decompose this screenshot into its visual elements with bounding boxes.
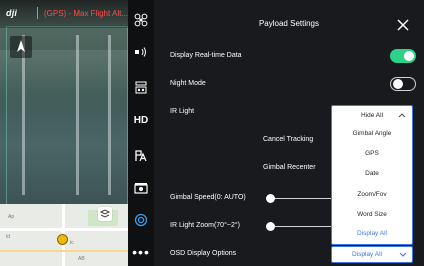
toggle-knob — [393, 79, 403, 89]
dji-logo: dji — [6, 8, 18, 18]
panel-title: Payload Settings — [258, 19, 320, 28]
realtime-data-label: Display Real-time Data — [170, 52, 242, 59]
dropdown-option-selected[interactable]: Display All — [332, 225, 412, 243]
payload-icon[interactable] — [128, 76, 154, 100]
dropdown-option[interactable]: GPS — [332, 145, 412, 163]
cancel-tracking-button[interactable]: Cancel Tracking — [263, 136, 313, 143]
osd-display-select[interactable]: Display All — [331, 246, 413, 263]
flight-status-bar: dji (GPS) - Max Flight Alt... — [0, 0, 128, 28]
ir-zoom-label: IR Light Zoom(70°~2°) — [170, 222, 240, 229]
speaker-icon[interactable] — [128, 40, 154, 64]
osd-display-value: Display All — [352, 251, 382, 258]
gps-status-text: (GPS) - Max Flight Alt... — [44, 9, 128, 18]
realtime-data-toggle[interactable] — [390, 49, 416, 63]
drone-location-marker[interactable] — [57, 234, 68, 245]
hd-label: HD — [133, 114, 149, 126]
realtime-data-row: Display Real-time Data — [170, 44, 416, 68]
map-layers-icon[interactable] — [98, 207, 112, 221]
map-label: ld — [6, 234, 10, 240]
ir-light-dropdown[interactable]: Hide All Gimbal Angle GPS Date Zoom/Fov … — [331, 105, 413, 245]
map-label: ic — [70, 240, 74, 246]
chevron-down-icon — [399, 252, 407, 257]
divider — [37, 7, 38, 19]
dropdown-option[interactable]: Gimbal Angle — [332, 125, 412, 143]
ir-light-icon[interactable] — [128, 144, 154, 168]
gimbal-speed-label: Gimbal Speed(0: AUTO) — [170, 194, 246, 201]
more-label: ••• — [132, 244, 150, 260]
panel-header: Payload Settings — [154, 0, 424, 40]
close-button[interactable] — [396, 18, 410, 32]
night-mode-label: Night Mode — [170, 80, 206, 87]
dropdown-option[interactable]: Date — [332, 165, 412, 183]
minimap[interactable]: Ap ld ic AB — [0, 204, 128, 266]
payload-icon-rail: HD ••• — [128, 0, 154, 266]
ir-zoom-slider-knob[interactable] — [266, 222, 275, 231]
ir-light-label: IR Light — [170, 108, 195, 115]
dropdown-option[interactable]: Hide All — [332, 107, 412, 125]
gimbal-speed-slider-knob[interactable] — [266, 194, 275, 203]
dropdown-option[interactable]: Zoom/Fov — [332, 186, 412, 204]
gimbal-recenter-button[interactable]: Gimbal Recenter — [263, 164, 316, 171]
toggle-knob — [404, 51, 414, 61]
camera-icon[interactable] — [128, 176, 154, 200]
hd-quality-button[interactable]: HD — [128, 108, 154, 132]
map-label: AB — [78, 256, 85, 262]
target-icon[interactable] — [128, 208, 154, 232]
close-icon — [397, 19, 409, 31]
night-mode-row: Night Mode — [170, 72, 416, 96]
north-arrow-icon[interactable] — [10, 36, 32, 58]
osd-display-label: OSD Display Options — [170, 250, 237, 257]
map-label: Ap — [8, 214, 15, 220]
night-mode-toggle[interactable] — [390, 77, 416, 91]
map-road — [0, 250, 128, 252]
drone-propeller-icon[interactable] — [128, 8, 154, 32]
dropdown-option[interactable]: Word Size — [332, 206, 412, 224]
more-icon[interactable]: ••• — [128, 240, 154, 264]
